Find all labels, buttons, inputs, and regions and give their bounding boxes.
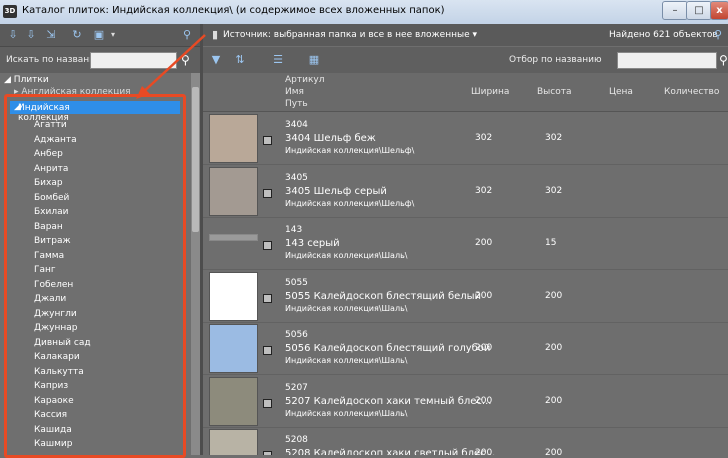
tile-thumbnail[interactable] [209, 234, 258, 241]
row-checkbox[interactable] [263, 136, 272, 145]
tile-height: 200 [545, 343, 563, 353]
grid-header: Артикул Имя Путь Ширина Высота Цена Коли… [203, 73, 728, 112]
expand-icon[interactable]: ⇲ [44, 28, 58, 42]
close-button[interactable]: x [710, 1, 728, 20]
tile-name: 143 серый [285, 238, 340, 249]
scrollbar-thumb[interactable] [192, 87, 199, 232]
tile-code: 5056 [285, 330, 308, 340]
left-toolbar: ⇩ ⇩ ⇲ ↻ ▣ ▾ ⚲ [0, 24, 200, 47]
search-icon[interactable]: ⚲ [719, 53, 728, 67]
title-bar: 3D Каталог плиток: Индийская коллекция\ … [0, 0, 728, 24]
tile-height: 302 [545, 133, 563, 143]
header-path[interactable]: Путь [285, 99, 308, 109]
header-price[interactable]: Цена [609, 87, 633, 97]
found-count: Найдено 621 объектов [609, 30, 718, 40]
tile-width: 200 [475, 238, 493, 248]
tile-height: 15 [545, 238, 557, 248]
tile-path: Индийская коллекция\Шаль\ [285, 408, 408, 418]
search-icon[interactable]: ⚲ [181, 53, 195, 67]
list-view-icon[interactable]: ☰ [271, 53, 285, 67]
tree-scrollbar[interactable] [191, 73, 200, 455]
header-width[interactable]: Ширина [471, 87, 509, 97]
refresh-icon[interactable]: ↻ [70, 28, 84, 42]
chevron-down-icon[interactable]: ▾ [106, 28, 120, 42]
tree-root[interactable]: ◢ Плитки [4, 75, 49, 85]
highlight-frame [4, 94, 186, 458]
tile-width: 200 [475, 448, 493, 455]
tile-height: 302 [545, 185, 563, 196]
grid-view-icon[interactable]: ▦ [307, 53, 321, 67]
tile-thumbnail[interactable] [209, 271, 258, 321]
tile-code: 5207 [285, 382, 308, 393]
filter-icon[interactable]: ▼ [209, 53, 223, 67]
table-row[interactable]: 143 143 серый Индийская коллекция\Шаль\ 200… [203, 216, 728, 270]
table-row[interactable]: 3405 3405 Шельф серый Индийская коллекция\… [203, 164, 728, 218]
tile-path: Индийская коллекция\Шаль\ [285, 356, 408, 365]
search-row: Искать по названию ⚲ [0, 47, 200, 73]
header-qty[interactable]: Количество [664, 87, 719, 97]
tile-thumbnail[interactable] [209, 114, 258, 163]
tile-name: 5056 Калейдоскоп блестящий голубой [285, 343, 491, 354]
row-checkbox[interactable] [263, 346, 272, 355]
tile-path: Индийская коллекция\Шаль\ [285, 303, 408, 313]
tile-thumbnail[interactable] [209, 429, 258, 455]
maximize-button[interactable]: □ [686, 1, 712, 20]
tile-name: 5208 Калейдоскоп хаки светлый блес... [285, 448, 496, 455]
tile-thumbnail[interactable] [209, 376, 258, 426]
tile-height: 200 [545, 290, 563, 301]
search-input[interactable] [90, 52, 177, 69]
header-article[interactable]: Артикул [285, 75, 324, 85]
filter-label: Отбор по названию [509, 55, 602, 65]
table-row[interactable]: 5207 5207 Калейдоскоп хаки темный блес...… [203, 374, 728, 428]
tile-name: 3404 Шельф беж [285, 133, 376, 144]
sort-icon[interactable]: ⇅ [233, 53, 247, 67]
pin-down-icon[interactable]: ⇩ [6, 28, 20, 42]
table-row[interactable]: 5055 5055 Калейдоскоп блестящий белый Инди… [203, 269, 728, 323]
pin-down-alt-icon[interactable]: ⇩ [24, 28, 38, 42]
tile-path: Индийская коллекция\Шельф\ [285, 146, 415, 155]
row-checkbox[interactable] [263, 398, 272, 408]
tile-path: Индийская коллекция\Шельф\ [285, 198, 415, 208]
tile-code: 143 [285, 225, 303, 235]
tile-list: 3404 3404 Шельф беж Индийская коллекция\Ше… [203, 111, 728, 455]
app-logo-icon: 3D [3, 5, 17, 18]
tile-height: 200 [545, 395, 563, 406]
tile-name: 5207 Калейдоскоп хаки темный блес... [285, 395, 492, 407]
tile-width: 200 [475, 343, 493, 353]
tile-width: 302 [475, 185, 493, 196]
tile-thumbnail[interactable] [209, 324, 258, 373]
pin-icon[interactable]: ⚲ [711, 28, 725, 42]
tile-width: 200 [475, 395, 493, 406]
tile-code: 3405 [285, 172, 308, 183]
header-name[interactable]: Имя [285, 87, 304, 97]
tile-name: 3405 Шельф серый [285, 185, 387, 197]
row-checkbox[interactable] [263, 451, 272, 455]
tile-height: 200 [545, 448, 563, 455]
table-row[interactable]: 5208 5208 Калейдоскоп хаки светлый блес..… [203, 426, 728, 455]
filter-bar: ▼ ⇅ ☰ ▦ Отбор по названию ⚲ [203, 47, 728, 73]
tile-thumbnail[interactable] [209, 166, 258, 216]
tile-path: Индийская коллекция\Шаль\ [285, 251, 408, 260]
tile-code: 5208 [285, 435, 308, 445]
search-label: Искать по названию [6, 55, 103, 65]
tile-code: 3404 [285, 120, 308, 130]
minimize-button[interactable]: – [662, 1, 688, 20]
filter-input[interactable] [617, 52, 717, 69]
right-toolbar: ▮ Источник: выбранная папка и все в нее … [203, 24, 728, 46]
source-dropdown[interactable]: Источник: выбранная папка и все в нее вл… [223, 30, 477, 40]
row-checkbox[interactable] [263, 293, 272, 303]
tile-code: 5055 [285, 277, 308, 288]
view-mode-icon[interactable]: ▣ [92, 28, 106, 42]
row-checkbox[interactable] [263, 241, 272, 250]
row-checkbox[interactable] [263, 188, 272, 198]
table-row[interactable]: 5056 5056 Калейдоскоп блестящий голубой Ин… [203, 321, 728, 375]
source-icon[interactable]: ▮ [208, 28, 222, 42]
table-row[interactable]: 3404 3404 Шельф беж Индийская коллекция\Ше… [203, 111, 728, 165]
tile-width: 302 [475, 133, 493, 143]
tile-width: 200 [475, 290, 493, 301]
window-title: Каталог плиток: Индийская коллекция\ (и … [22, 5, 445, 16]
header-height[interactable]: Высота [537, 87, 572, 97]
pin-icon[interactable]: ⚲ [180, 28, 194, 42]
tile-name: 5055 Калейдоскоп блестящий белый [285, 290, 482, 302]
